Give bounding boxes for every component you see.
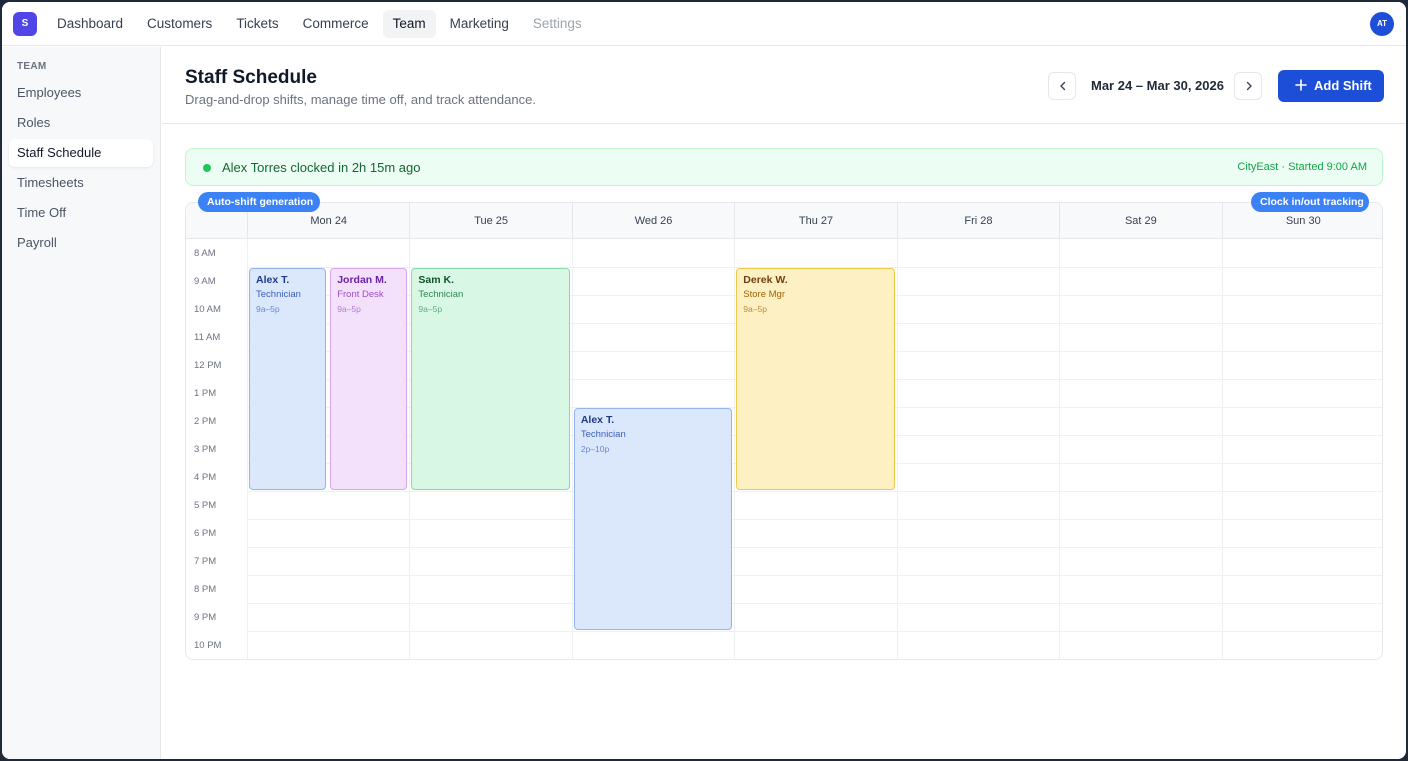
hour-label: 4 PM — [194, 472, 217, 483]
hour-gridline — [247, 547, 1382, 548]
shift-employee-name: Jordan M. — [337, 274, 387, 286]
day-column-divider — [734, 239, 736, 659]
sidebar-item-time-off[interactable]: Time Off — [9, 199, 153, 227]
sidebar: TEAM Employees Roles Staff Schedule Time… — [2, 47, 161, 759]
day-column-divider — [247, 239, 248, 659]
shift-time: 9a–5p — [337, 304, 361, 314]
shift-time: 2p–10p — [580, 444, 610, 454]
shift-employee-name: Derek W. — [743, 274, 788, 286]
hour-label: 2 PM — [194, 416, 217, 427]
sidebar-item-staff-schedule[interactable]: Staff Schedule — [9, 139, 153, 167]
hour-gridline — [247, 491, 1382, 492]
page-title: Staff Schedule — [185, 67, 317, 88]
hour-label: 9 PM — [194, 612, 217, 623]
sidebar-item-employees[interactable]: Employees — [9, 79, 153, 107]
nav-dashboard[interactable]: Dashboard — [47, 10, 133, 38]
sidebar-item-roles[interactable]: Roles — [9, 109, 153, 137]
shift-block[interactable]: Alex T. Technician 2p–10p — [573, 408, 733, 630]
hour-label: 7 PM — [194, 556, 217, 567]
day-column-divider — [1059, 239, 1061, 659]
day-header: Fri 28 — [896, 203, 1059, 239]
hour-label: 9 AM — [194, 276, 216, 287]
hour-label: 8 PM — [194, 584, 217, 595]
hour-label: 8 AM — [194, 248, 216, 259]
shift-block[interactable]: Derek W. Store Mgr 9a–5p — [736, 268, 895, 490]
chevron-right-icon — [1246, 81, 1252, 91]
page-header: Staff Schedule Drag-and-drop shifts, man… — [162, 47, 1406, 124]
main-nav: Dashboard Customers Tickets Commerce Tea… — [47, 10, 592, 38]
hour-label: 10 PM — [194, 640, 222, 651]
day-column-divider — [896, 239, 898, 659]
hour-label: 12 PM — [194, 360, 222, 371]
next-week-button[interactable] — [1234, 72, 1262, 100]
page-subtitle: Drag-and-drop shifts, manage time off, a… — [185, 92, 536, 107]
calendar-header: Mon 24 Tue 25 Wed 26 Thu 27 Fri 28 Sat 29 Sun … — [186, 203, 1382, 239]
shift-block[interactable]: Sam K. Technician 9a–5p — [411, 268, 570, 490]
shift-role: Store Mgr — [743, 289, 785, 300]
hour-label: 10 AM — [194, 304, 221, 315]
date-range: Mar 24 – Mar 30, 2026 — [1091, 78, 1224, 93]
nav-commerce[interactable]: Commerce — [293, 10, 379, 38]
shift-block[interactable]: Jordan M. Front Desk 9a–5p — [330, 268, 408, 490]
hour-label: 5 PM — [194, 500, 217, 511]
add-shift-button[interactable]: Add Shift — [1278, 70, 1384, 102]
hour-gridline — [247, 631, 1382, 632]
banner-text: Alex Torres clocked in 2h 15m ago — [222, 160, 421, 175]
hour-label: 11 AM — [194, 332, 221, 343]
feature-tag-clock-tracking: Clock in/out tracking — [1251, 192, 1369, 212]
hour-label: 6 PM — [194, 528, 217, 539]
day-column-divider — [409, 239, 411, 659]
shift-employee-name: Alex T. — [256, 274, 290, 286]
day-header: Thu 27 — [734, 203, 896, 239]
shift-time: 9a–5p — [418, 304, 443, 314]
nav-marketing[interactable]: Marketing — [440, 10, 519, 38]
feature-tag-auto-shift: Auto-shift generation — [198, 192, 320, 212]
shift-employee-name: Sam K. — [418, 274, 455, 286]
shift-block[interactable]: Alex T. Technician 9a–5p — [249, 268, 327, 490]
shift-role: Technician — [256, 289, 301, 300]
hour-gridline — [247, 575, 1382, 576]
top-navbar: S Dashboard Customers Tickets Commerce T… — [2, 2, 1406, 46]
hour-gridline — [247, 603, 1382, 604]
day-header: Tue 25 — [409, 203, 571, 239]
hour-gridline — [247, 519, 1382, 520]
shift-employee-name: Alex T. — [580, 414, 615, 426]
day-column-divider — [571, 239, 573, 659]
prev-week-button[interactable] — [1048, 72, 1076, 100]
status-dot-icon — [203, 164, 211, 172]
nav-tickets[interactable]: Tickets — [226, 10, 288, 38]
day-header: Wed 26 — [571, 203, 734, 239]
nav-team[interactable]: Team — [382, 10, 436, 38]
nav-settings[interactable]: Settings — [523, 10, 592, 38]
shift-role: Technician — [418, 289, 464, 300]
app-logo[interactable]: S — [13, 12, 37, 36]
shift-time: 9a–5p — [743, 304, 767, 314]
clock-in-banner: Alex Torres clocked in 2h 15m ago CityEa… — [185, 148, 1383, 186]
app-window: S Dashboard Customers Tickets Commerce T… — [2, 2, 1406, 759]
sidebar-list: Employees Roles Staff Schedule Timesheet… — [9, 79, 153, 259]
day-header: Sat 29 — [1059, 203, 1221, 239]
plus-icon — [1295, 79, 1307, 91]
shift-role: Technician — [580, 429, 626, 440]
user-avatar[interactable]: AT — [1370, 12, 1394, 36]
shift-time: 9a–5p — [256, 304, 280, 314]
sidebar-item-payroll[interactable]: Payroll — [9, 229, 153, 257]
shift-role: Front Desk — [337, 289, 384, 300]
nav-customers[interactable]: Customers — [137, 10, 222, 38]
hour-label: 1 PM — [194, 388, 217, 399]
banner-meta: CityEast · Started 9:00 AM — [1237, 161, 1367, 173]
day-column-divider — [1221, 239, 1223, 659]
chevron-left-icon — [1060, 81, 1066, 91]
add-shift-label: Add Shift — [1314, 78, 1372, 93]
sidebar-item-timesheets[interactable]: Timesheets — [9, 169, 153, 197]
hour-label: 3 PM — [194, 444, 217, 455]
sidebar-heading: TEAM — [17, 61, 47, 72]
schedule-calendar: Mon 24 Tue 25 Wed 26 Thu 27 Fri 28 Sat 29 Sun … — [185, 202, 1383, 660]
